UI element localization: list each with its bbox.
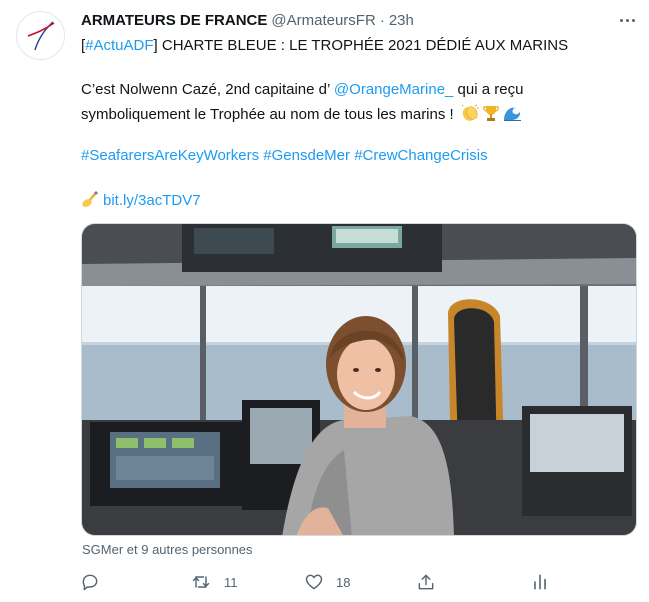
- link-line: bit.ly/3acTDV7: [81, 190, 631, 214]
- body-text: C’est Nolwenn Cazé, 2nd capitaine d’: [81, 81, 334, 98]
- mention-orangemarine[interactable]: @OrangeMarine_: [334, 81, 453, 98]
- separator-dot: ·: [379, 11, 385, 29]
- bridge-photo: [82, 224, 636, 535]
- tweet-link[interactable]: bit.ly/3acTDV7: [103, 192, 201, 209]
- tweet-text-line-2: C’est Nolwenn Cazé, 2nd capitaine d’ @Or…: [81, 80, 631, 100]
- share-icon: [418, 574, 434, 590]
- headline-text: ] CHARTE BLEUE : LE TROPHÉE 2021 DÉDIÉ A…: [153, 37, 569, 54]
- reply-icon: [82, 574, 98, 591]
- reply-button[interactable]: [80, 570, 112, 594]
- tweet-actions: 11 18: [80, 570, 550, 594]
- retweet-button[interactable]: 11: [190, 570, 238, 594]
- like-icon: [305, 574, 323, 590]
- armateurs-logo: [27, 21, 55, 51]
- user-handle[interactable]: @ArmateursFR: [271, 12, 375, 29]
- avatar[interactable]: [16, 11, 65, 60]
- like-button[interactable]: 18: [304, 570, 350, 594]
- share-button[interactable]: [416, 570, 448, 594]
- hashtag-actuadf[interactable]: #ActuADF: [85, 37, 153, 54]
- body-text: symboliquement le Trophée au nom de tous…: [81, 106, 454, 123]
- timestamp[interactable]: 23h: [389, 12, 414, 29]
- tweet-photo[interactable]: [81, 223, 637, 536]
- trophy-icon: [482, 104, 500, 128]
- hashtag-line: #SeafarersAreKeyWorkers #GensdeMer #Crew…: [81, 146, 631, 166]
- hashtag-gensdemer[interactable]: #GensdeMer: [263, 147, 350, 164]
- body-text: qui a reçu: [453, 81, 524, 98]
- writing-hand-icon: [81, 190, 99, 214]
- hashtag-seafarers[interactable]: #SeafarersAreKeyWorkers: [81, 147, 259, 164]
- analytics-icon: [534, 574, 546, 590]
- retweet-icon: [192, 576, 210, 588]
- more-options-icon[interactable]: [612, 10, 642, 30]
- analytics-button[interactable]: [530, 570, 550, 594]
- tagged-people[interactable]: SGMer et 9 autres personnes: [82, 542, 253, 557]
- wave-icon: [502, 104, 522, 128]
- tweet-header: ARMATEURS DE FRANCE @ArmateursFR · 23h: [81, 10, 414, 30]
- clapping-hands-icon: [460, 104, 480, 128]
- display-name[interactable]: ARMATEURS DE FRANCE: [81, 12, 267, 29]
- tweet-text-line-1: [#ActuADF] CHARTE BLEUE : LE TROPHÉE 202…: [81, 36, 631, 56]
- tweet-text-line-3: symboliquement le Trophée au nom de tous…: [81, 104, 631, 128]
- hashtag-crewchangecrisis[interactable]: #CrewChangeCrisis: [354, 147, 487, 164]
- retweet-count: 11: [224, 574, 238, 590]
- tweet[interactable]: ARMATEURS DE FRANCE @ArmateursFR · 23h […: [0, 0, 649, 602]
- like-count: 18: [336, 574, 351, 590]
